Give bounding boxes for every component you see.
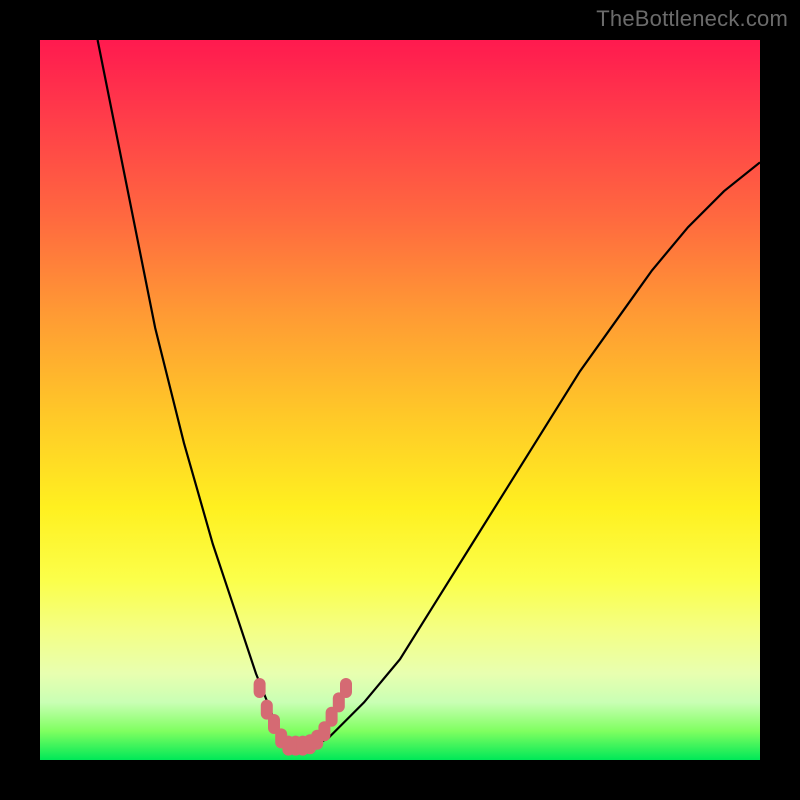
plot-area [40, 40, 760, 760]
curve-svg [40, 40, 760, 760]
curve-marker [340, 678, 352, 698]
marker-group [254, 678, 352, 756]
chart-frame: TheBottleneck.com [0, 0, 800, 800]
bottleneck-curve-path [98, 40, 760, 746]
curve-marker [254, 678, 266, 698]
watermark-text: TheBottleneck.com [596, 6, 788, 32]
